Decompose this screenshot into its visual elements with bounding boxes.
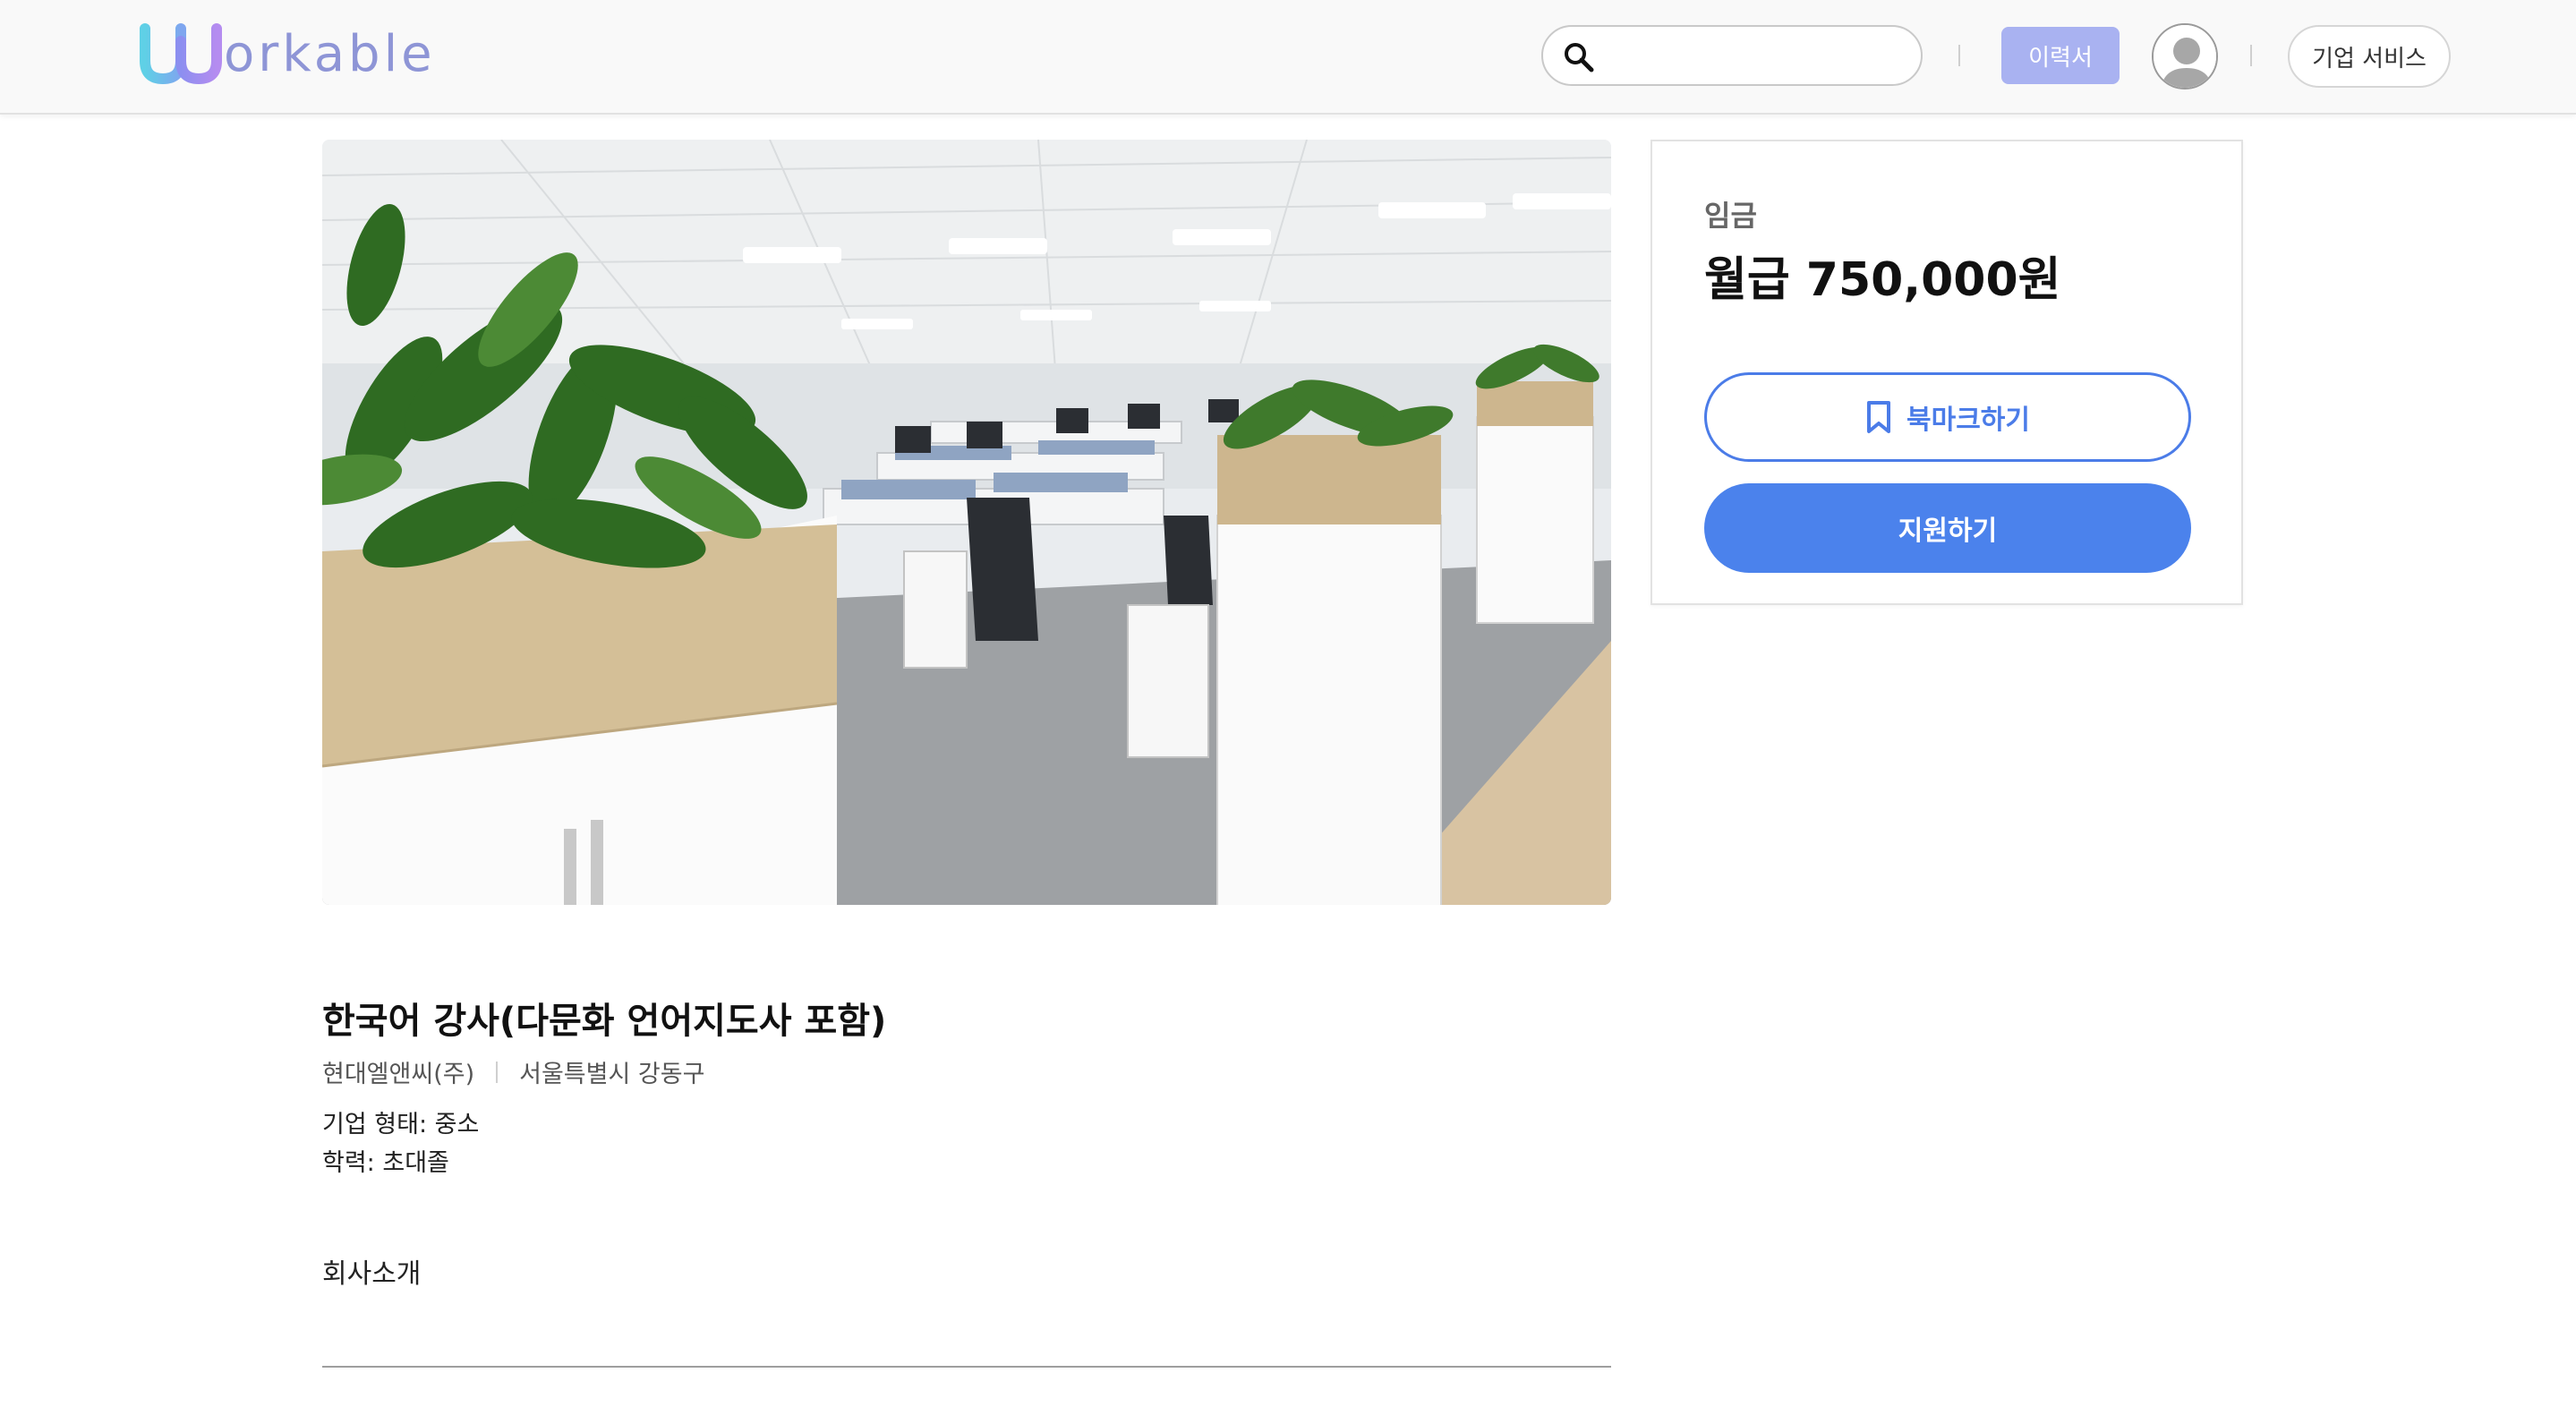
top-header: orkable 이력서 기업 서비스 <box>0 0 2576 115</box>
job-meta: 현대엘앤씨(주) 서울특별시 강동구 <box>322 1054 704 1089</box>
company-type: 기업 형태: 중소 <box>322 1111 480 1138</box>
company-name[interactable]: 현대엘앤씨(주) <box>322 1054 474 1089</box>
corporate-service-button[interactable]: 기업 서비스 <box>2288 25 2451 88</box>
search-input[interactable] <box>1606 36 1901 75</box>
search-box[interactable] <box>1541 25 1923 86</box>
office-illustration <box>322 140 1611 905</box>
avatar-icon <box>2154 25 2216 88</box>
section-divider <box>322 1366 1611 1368</box>
job-title: 한국어 강사(다문화 언어지도사 포함) <box>322 1001 887 1042</box>
meta-divider <box>496 1061 499 1083</box>
company-office-photo <box>322 140 1611 905</box>
apply-button[interactable]: 지원하기 <box>1704 483 2191 573</box>
logo-text: orkable <box>224 25 436 83</box>
search-icon[interactable] <box>1563 41 1595 73</box>
avatar[interactable] <box>2152 23 2218 90</box>
wage-label: 임금 <box>1704 199 1757 233</box>
job-location: 서울특별시 강동구 <box>519 1061 705 1088</box>
header-separator <box>1958 45 1960 66</box>
workable-logo[interactable]: orkable <box>140 23 436 86</box>
header-separator <box>2250 45 2252 66</box>
apply-panel: 임금 월급 750,000원 북마크하기 지원하기 <box>1651 140 2243 605</box>
resume-button[interactable]: 이력서 <box>2001 27 2120 84</box>
bookmark-label: 북마크하기 <box>1906 405 2030 436</box>
company-intro-heading: 회사소개 <box>322 1258 422 1290</box>
education-requirement: 학력: 초대졸 <box>322 1149 449 1177</box>
wage-value: 월급 750,000원 <box>1704 253 2061 307</box>
bookmark-icon <box>1867 401 1890 433</box>
bookmark-button[interactable]: 북마크하기 <box>1704 372 2191 462</box>
logo-w-mark <box>140 23 222 85</box>
